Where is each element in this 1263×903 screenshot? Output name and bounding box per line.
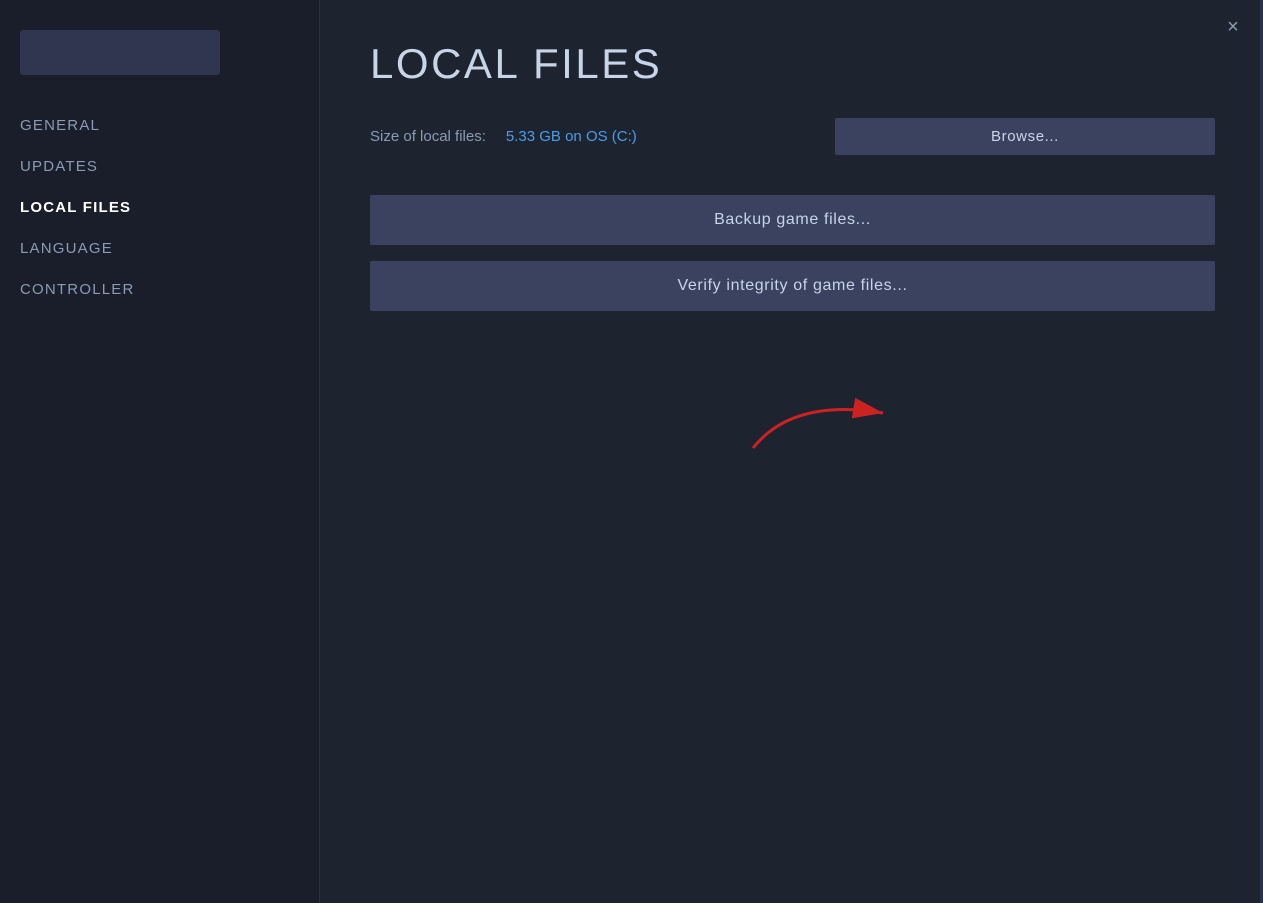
backup-game-files-button[interactable]: Backup game files... xyxy=(370,195,1215,245)
file-size-label: Size of local files: xyxy=(370,128,486,145)
sidebar-item-language[interactable]: LANGUAGE xyxy=(0,228,319,269)
sidebar: GENERAL UPDATES LOCAL FILES LANGUAGE CON… xyxy=(0,0,320,903)
sidebar-nav: GENERAL UPDATES LOCAL FILES LANGUAGE CON… xyxy=(0,105,319,310)
sidebar-item-controller[interactable]: CONTROLLER xyxy=(0,269,319,310)
page-title: LOCAL FILES xyxy=(370,40,1215,88)
file-size-value: 5.33 GB on OS (C:) xyxy=(506,128,637,145)
sidebar-item-local-files[interactable]: LOCAL FILES xyxy=(0,187,319,228)
game-title-blurred xyxy=(20,30,220,75)
sidebar-game-info xyxy=(0,20,319,105)
main-content: × LOCAL FILES Size of local files: 5.33 … xyxy=(320,0,1263,903)
browse-button[interactable]: Browse... xyxy=(835,118,1215,155)
sidebar-item-updates[interactable]: UPDATES xyxy=(0,146,319,187)
steam-properties-dialog: GENERAL UPDATES LOCAL FILES LANGUAGE CON… xyxy=(0,0,1263,903)
verify-integrity-button[interactable]: Verify integrity of game files... xyxy=(370,261,1215,311)
file-size-row: Size of local files: 5.33 GB on OS (C:) … xyxy=(370,118,1215,155)
sidebar-item-general[interactable]: GENERAL xyxy=(0,105,319,146)
close-button[interactable]: × xyxy=(1221,15,1245,39)
arrow-annotation xyxy=(733,378,913,463)
action-buttons: Backup game files... Verify integrity of… xyxy=(370,195,1215,311)
